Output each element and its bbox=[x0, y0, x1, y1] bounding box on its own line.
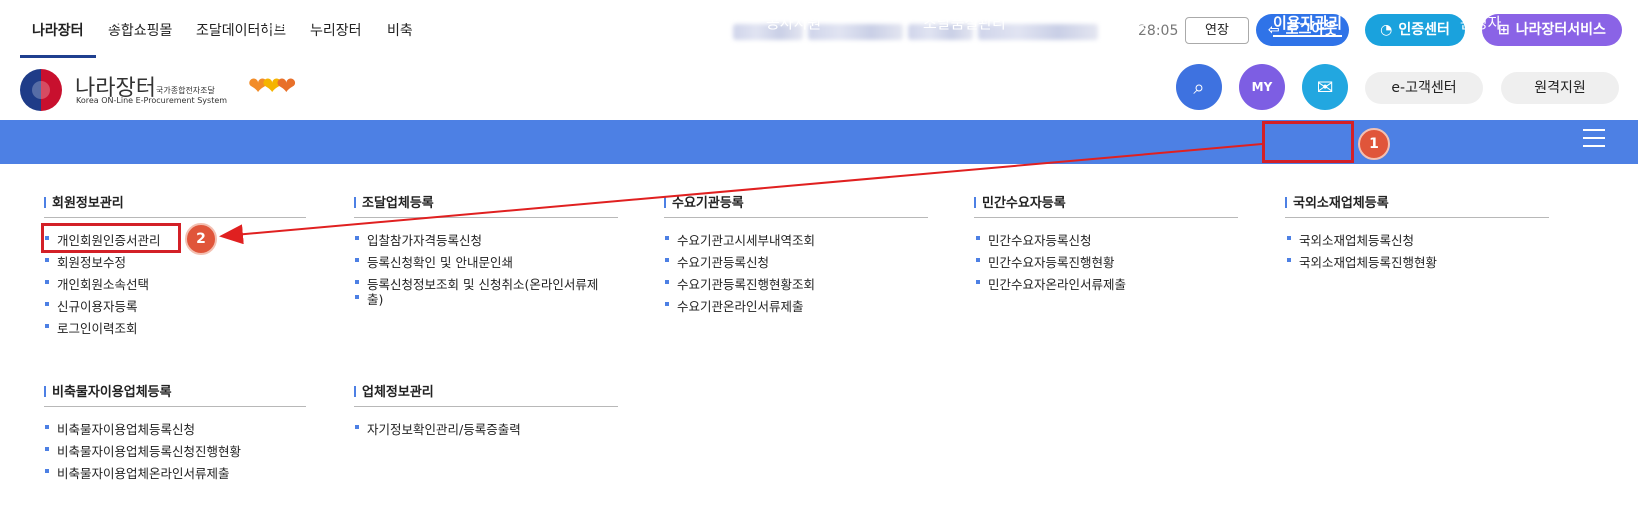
annotation-arrow bbox=[219, 143, 1263, 245]
